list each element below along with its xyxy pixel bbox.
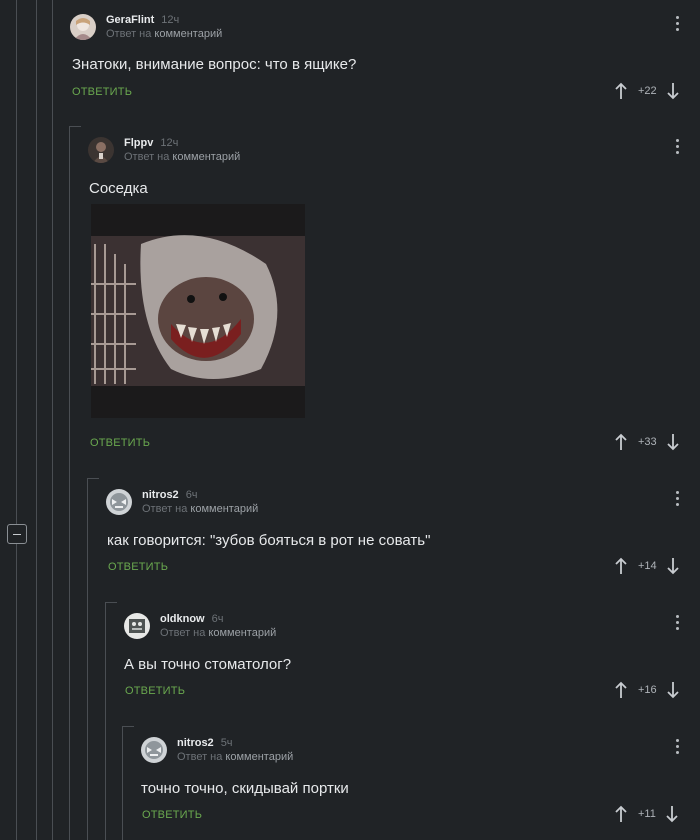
comment-text: Соседка [89, 180, 148, 197]
username[interactable]: GeraFlint 12ч [106, 14, 179, 26]
avatar[interactable] [88, 137, 114, 163]
reply-button[interactable]: ОТВЕТИТЬ [72, 86, 132, 98]
comment-text: Знатоки, внимание вопрос: что в ящике? [72, 56, 357, 73]
avatar[interactable] [141, 737, 167, 763]
timestamp: 6ч [185, 489, 198, 501]
collapse-thread-icon[interactable] [7, 524, 27, 544]
vote-down-icon[interactable] [666, 681, 680, 699]
vote-count: +11 [638, 808, 656, 820]
reply-context: Ответ на комментарий [142, 503, 259, 515]
vote-down-icon[interactable] [665, 805, 679, 823]
avatar[interactable] [106, 489, 132, 515]
timestamp: 12ч [161, 14, 180, 26]
vote-down-icon[interactable] [666, 557, 680, 575]
username[interactable]: nitros2 5ч [177, 737, 233, 749]
timestamp: 5ч [220, 737, 233, 749]
reply-target-link[interactable]: комментарий [190, 503, 258, 515]
avatar[interactable] [124, 613, 150, 639]
more-options-icon[interactable] [676, 139, 680, 157]
vote-up-icon[interactable] [614, 805, 628, 823]
reply-context: Ответ на комментарий [160, 627, 277, 639]
username[interactable]: oldknow 6ч [160, 613, 223, 625]
avatar[interactable] [70, 14, 96, 40]
timestamp: 12ч [160, 137, 179, 149]
comment: nitros2 6ч Ответ на комментарий как говор… [106, 489, 700, 585]
timestamp: 6ч [211, 613, 224, 625]
comment: nitros2 5ч Ответ на комментарий точно точ… [141, 737, 700, 833]
vote-up-icon[interactable] [614, 557, 628, 575]
vote-down-icon[interactable] [666, 82, 680, 100]
reply-button[interactable]: ОТВЕТИТЬ [125, 685, 185, 697]
vote-count: +14 [638, 560, 657, 572]
vote-count: +33 [638, 436, 657, 448]
reply-button[interactable]: ОТВЕТИТЬ [90, 437, 150, 449]
reply-target-link[interactable]: комментарий [172, 151, 240, 163]
vote-up-icon[interactable] [614, 82, 628, 100]
more-options-icon[interactable] [676, 16, 680, 34]
vote-down-icon[interactable] [666, 433, 680, 451]
more-options-icon[interactable] [676, 615, 680, 633]
vote-up-icon[interactable] [614, 681, 628, 699]
username[interactable]: Flppv 12ч [124, 137, 178, 149]
vote-count: +22 [638, 85, 657, 97]
comment: oldknow 6ч Ответ на комментарий А вы точн… [124, 613, 700, 709]
reply-target-link[interactable]: комментарий [208, 627, 276, 639]
comment-text: А вы точно стоматолог? [124, 656, 292, 673]
comment-text: точно точно, скидывай портки [141, 780, 349, 797]
comment: Flppv 12ч Ответ на комментарий Соседка О… [88, 137, 700, 467]
reply-context: Ответ на комментарий [124, 151, 241, 163]
reply-button[interactable]: ОТВЕТИТЬ [142, 809, 202, 821]
comment-image[interactable] [91, 204, 305, 418]
vote-up-icon[interactable] [614, 433, 628, 451]
comment: GeraFlint 12ч Ответ на комментарий Знаток… [70, 14, 700, 110]
more-options-icon[interactable] [676, 491, 680, 509]
reply-target-link[interactable]: комментарий [154, 28, 222, 40]
more-options-icon[interactable] [676, 739, 680, 757]
reply-context: Ответ на комментарий [106, 28, 223, 40]
comment-text: как говорится: "зубов бояться в рот не с… [107, 532, 431, 549]
username[interactable]: nitros2 6ч [142, 489, 198, 501]
vote-count: +16 [638, 684, 657, 696]
reply-button[interactable]: ОТВЕТИТЬ [108, 561, 168, 573]
reply-context: Ответ на комментарий [177, 751, 294, 763]
reply-target-link[interactable]: комментарий [225, 751, 293, 763]
